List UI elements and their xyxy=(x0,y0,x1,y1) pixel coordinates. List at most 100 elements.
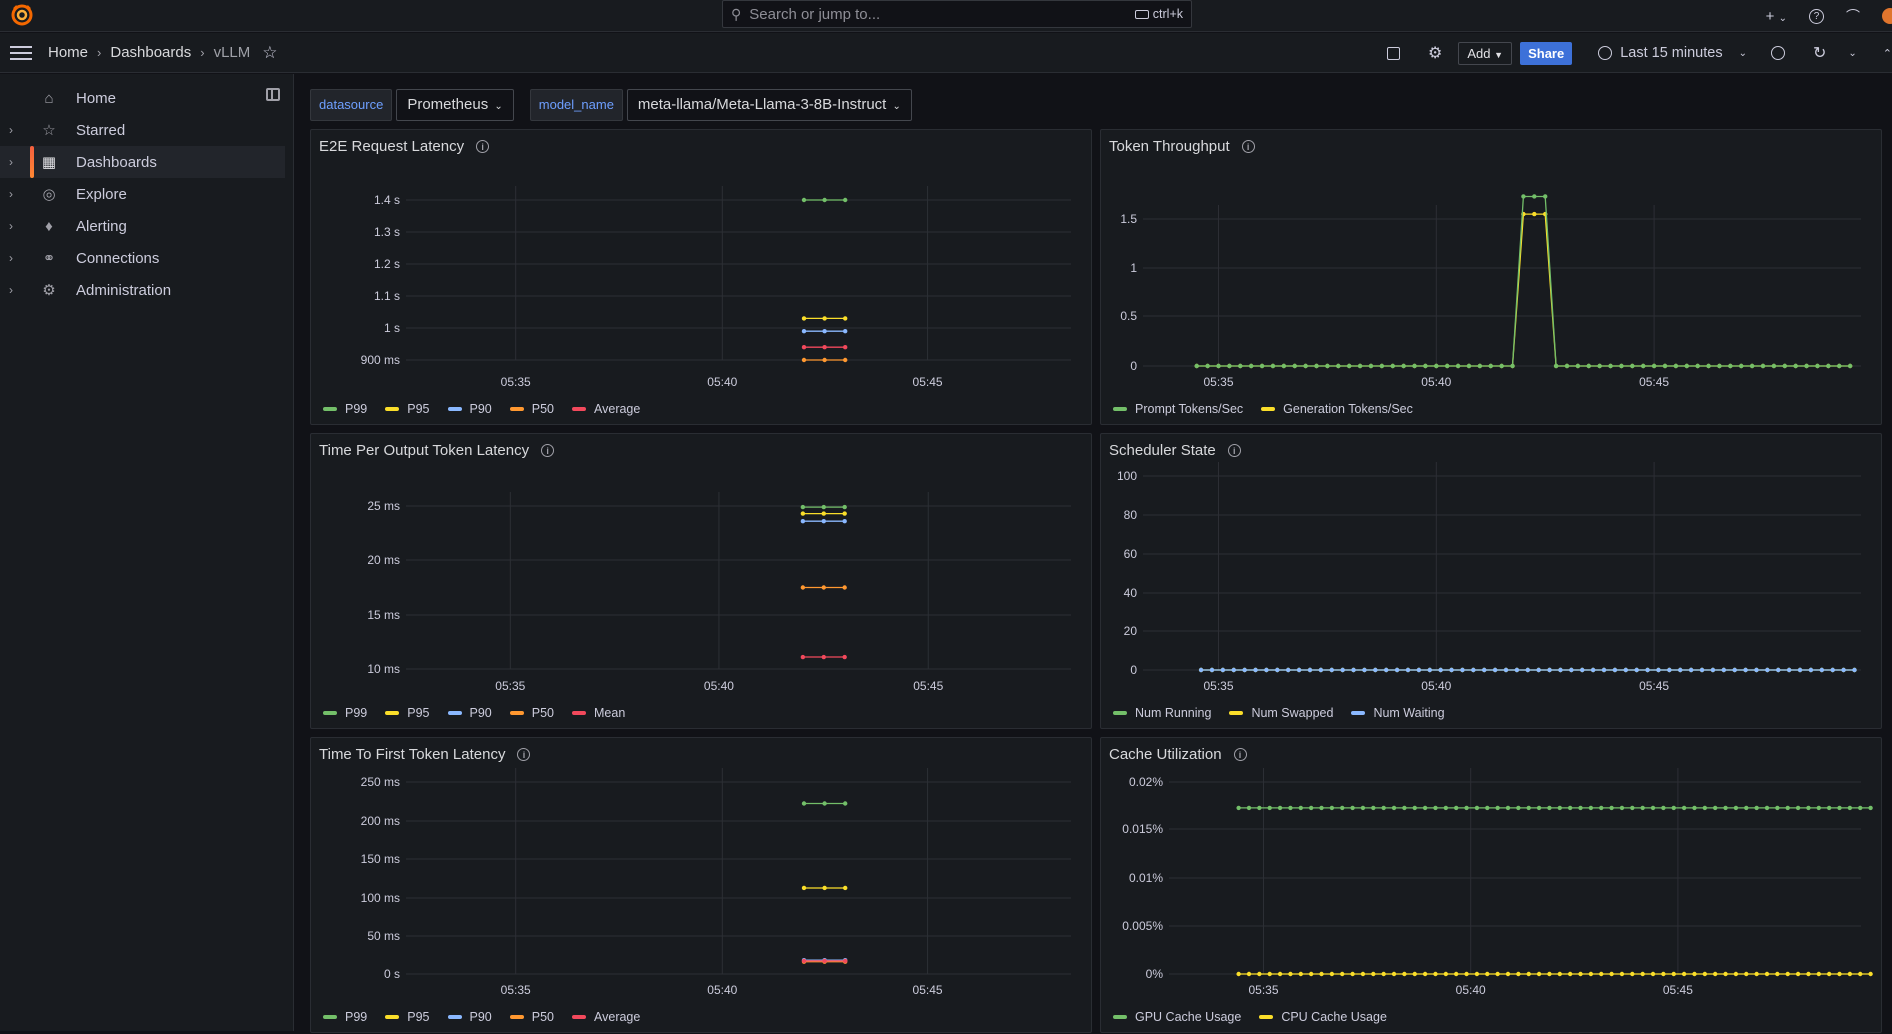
y-tick-label: 0 s xyxy=(384,967,400,981)
data-point-mean xyxy=(842,654,847,660)
variable-select-model-name[interactable]: meta-llama/Meta-Llama-3-8B-Instruct ⌄ xyxy=(626,89,912,121)
legend-label: GPU Cache Usage xyxy=(1135,1010,1242,1024)
legend-item-gpu-cache-usage[interactable]: GPU Cache Usage xyxy=(1113,1010,1241,1024)
collapse-chevron-up-icon[interactable]: ⌃ xyxy=(1883,47,1892,60)
data-point-gpu-cache-usage xyxy=(1837,805,1842,811)
time-range-picker[interactable]: Last 15 minutes ⌄ xyxy=(1598,45,1747,61)
data-point-gpu-cache-usage xyxy=(1692,805,1697,811)
legend-item-num-swapped[interactable]: Num Swapped xyxy=(1229,706,1333,720)
expand-chevron-icon[interactable]: › xyxy=(9,187,13,201)
legend-item-p90[interactable]: P90 xyxy=(447,706,492,720)
data-point-average xyxy=(842,958,848,964)
sidebar-item-dashboards[interactable]: › ▦ Dashboards xyxy=(0,146,285,178)
legend-item-p99[interactable]: P99 xyxy=(323,402,367,416)
data-point-gpu-cache-usage xyxy=(1474,805,1480,811)
refresh-interval-chevron-icon[interactable]: ⌄ xyxy=(1848,48,1856,59)
data-point-gpu-cache-usage xyxy=(1246,805,1252,811)
panel-time-per-output-token-latency[interactable]: Time Per Output Token Latency i 10 ms 15 m… xyxy=(310,433,1092,729)
plug-icon: ⚭ xyxy=(42,250,56,267)
legend-label: P99 xyxy=(345,402,368,416)
data-point-cpu-cache-usage xyxy=(1267,971,1272,977)
y-tick-label: 0.02% xyxy=(1129,775,1163,789)
legend-item-prompt-tokens-sec[interactable]: Prompt Tokens/Sec xyxy=(1113,402,1243,416)
legend-item-p50[interactable]: P50 xyxy=(509,706,554,720)
data-point-num-waiting xyxy=(1743,667,1748,673)
data-point-cpu-cache-usage xyxy=(1505,971,1511,977)
expand-chevron-icon[interactable]: › xyxy=(9,251,13,265)
panel-time-to-first-token-latency[interactable]: Time To First Token Latency i 0 s 50 ms 100… xyxy=(310,737,1092,1033)
x-tick-label: 05:35 xyxy=(501,375,531,389)
legend-item-p95[interactable]: P95 xyxy=(385,1010,430,1024)
legend-item-p99[interactable]: P99 xyxy=(323,706,367,720)
expand-chevron-icon[interactable]: › xyxy=(9,219,13,233)
panel-cache-utilization[interactable]: Cache Utilization i 0% 0.005% 0.01% 0.015% 0.… xyxy=(1100,737,1882,1033)
legend-item-p50[interactable]: P50 xyxy=(509,402,554,416)
x-tick-label: 05:45 xyxy=(913,679,943,693)
data-point-gpu-cache-usage xyxy=(1402,805,1407,811)
legend-item-p90[interactable]: P90 xyxy=(447,402,492,416)
x-tick-label: 05:45 xyxy=(913,375,943,389)
legend-item-p95[interactable]: P95 xyxy=(385,706,430,720)
legend-item-generation-tokens-sec[interactable]: Generation Tokens/Sec xyxy=(1261,402,1413,416)
expand-chevron-icon[interactable]: › xyxy=(9,123,13,137)
legend-item-p50[interactable]: P50 xyxy=(509,1010,554,1024)
data-point-p99 xyxy=(822,801,827,806)
data-point-cpu-cache-usage xyxy=(1640,971,1645,977)
legend-item-average[interactable]: Average xyxy=(572,1010,640,1024)
data-point-num-waiting xyxy=(1852,667,1857,673)
legend-item-num-running[interactable]: Num Running xyxy=(1113,706,1211,720)
panel-e2e-request-latency[interactable]: E2E Request Latency i 900 ms 1 s 1.1 s 1.2 s… xyxy=(310,129,1092,425)
legend-item-num-waiting[interactable]: Num Waiting xyxy=(1351,706,1445,720)
expand-chevron-icon[interactable]: › xyxy=(9,283,13,297)
data-point-cpu-cache-usage xyxy=(1381,971,1386,977)
breadcrumb-home[interactable]: Home xyxy=(48,44,88,61)
sidebar-item-connections[interactable]: › ⚭ Connections xyxy=(0,242,285,274)
y-tick-label: 1.2 s xyxy=(374,257,400,271)
menu-toggle-icon[interactable] xyxy=(10,42,32,64)
panel-scheduler-state[interactable]: Scheduler State i 0 20 40 60 80 100 05:35 05:40 0… xyxy=(1100,433,1882,729)
data-point-p95 xyxy=(842,316,848,321)
sidebar-item-explore[interactable]: › ◎ Explore xyxy=(0,178,285,210)
data-point-num-waiting xyxy=(1569,667,1574,673)
variable-select-datasource[interactable]: Prometheus ⌄ xyxy=(396,89,514,121)
data-point-p95 xyxy=(800,511,806,516)
panel-token-throughput[interactable]: Token Throughput i 0 0.5 1 1.5 05:35 05:40 05:4… xyxy=(1100,129,1882,425)
legend-item-mean[interactable]: Mean xyxy=(572,706,625,720)
data-point-cpu-cache-usage xyxy=(1702,971,1708,977)
settings-gear-icon[interactable]: ⚙ xyxy=(1428,43,1442,63)
refresh-icon[interactable]: ↻ xyxy=(1813,43,1826,63)
legend-label: P99 xyxy=(345,706,368,720)
sidebar-item-home[interactable]: ⌂ Home xyxy=(0,82,285,114)
legend-item-cpu-cache-usage[interactable]: CPU Cache Usage xyxy=(1259,1010,1387,1024)
data-point-gpu-cache-usage xyxy=(1308,805,1314,811)
new-menu-button[interactable]: + ⌄ xyxy=(1766,8,1787,25)
bell-icon: ♦ xyxy=(45,217,53,235)
save-icon[interactable] xyxy=(1387,46,1401,60)
data-point-num-waiting xyxy=(1710,667,1716,673)
legend-item-average[interactable]: Average xyxy=(572,402,640,416)
legend-item-p90[interactable]: P90 xyxy=(447,1010,492,1024)
breadcrumb-dashboards[interactable]: Dashboards xyxy=(110,44,191,61)
data-point-num-waiting xyxy=(1427,667,1432,673)
sidebar-item-alerting[interactable]: › ♦ Alerting xyxy=(0,210,285,242)
rss-icon[interactable]: ⌒ xyxy=(1846,6,1860,26)
grafana-logo-icon[interactable] xyxy=(10,3,34,27)
help-icon[interactable]: ? xyxy=(1809,8,1824,24)
share-button[interactable]: Share xyxy=(1520,41,1573,65)
data-point-prompt-tokens-sec xyxy=(1466,363,1472,369)
chart-svg: 10 ms 15 ms 20 ms 25 ms 05:35 05:40 05:45 xyxy=(367,492,1071,693)
zoom-out-icon[interactable] xyxy=(1770,46,1785,60)
legend-swatch xyxy=(1113,407,1127,411)
favorite-star-icon[interactable]: ☆ xyxy=(262,43,277,63)
y-tick-label: 1 xyxy=(1130,261,1137,275)
add-button[interactable]: Add ▼ xyxy=(1458,41,1513,65)
sidebar-item-starred[interactable]: › ☆ Starred xyxy=(0,114,285,146)
search-input[interactable]: ⚲ Search or jump to... ctrl+k xyxy=(722,0,1192,28)
data-point-prompt-tokens-sec xyxy=(1673,363,1679,369)
avatar[interactable] xyxy=(1882,8,1892,24)
sidebar-item-administration[interactable]: › ⚙ Administration xyxy=(0,274,285,306)
legend-item-p99[interactable]: P99 xyxy=(323,1010,367,1024)
data-point-num-waiting xyxy=(1242,667,1247,673)
legend-item-p95[interactable]: P95 xyxy=(385,402,430,416)
expand-chevron-icon[interactable]: › xyxy=(9,155,13,169)
